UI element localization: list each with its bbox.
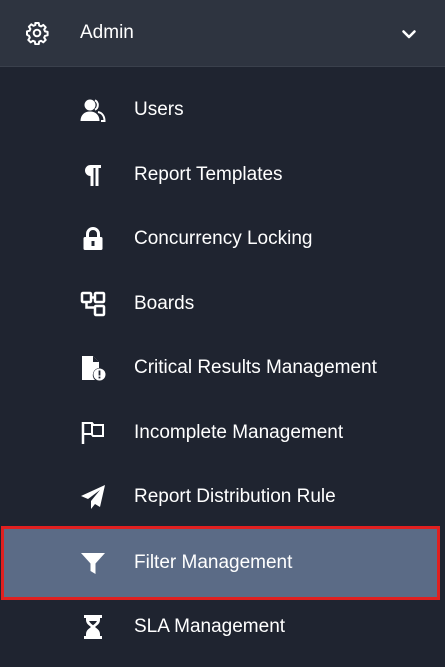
menu-item-report-templates[interactable]: Report Templates <box>0 143 445 207</box>
admin-menu-title: Admin <box>80 22 134 43</box>
menu-item-label: Users <box>134 99 184 120</box>
boards-icon <box>80 291 106 317</box>
menu-item-boards[interactable]: Boards <box>0 272 445 336</box>
menu-item-incomplete-management[interactable]: Incomplete Management <box>0 401 445 465</box>
menu-item-users[interactable]: Users <box>0 78 445 142</box>
lock-icon <box>80 226 106 252</box>
menu-item-report-distribution-rule[interactable]: Report Distribution Rule <box>0 465 445 529</box>
admin-sidebar-menu: Admin Users Report Templates Concurrency… <box>0 0 445 667</box>
file-alert-icon <box>80 355 106 381</box>
menu-item-label: Incomplete Management <box>134 422 344 443</box>
hourglass-icon <box>80 614 106 640</box>
menu-item-label: Boards <box>134 293 195 314</box>
menu-item-label: Concurrency Locking <box>134 228 313 249</box>
gear-icon <box>25 21 49 45</box>
menu-item-label: Report Templates <box>134 164 283 185</box>
filter-icon <box>80 550 106 576</box>
menu-item-sla-management[interactable]: SLA Management <box>0 595 445 659</box>
menu-item-label: Filter Management <box>134 552 293 573</box>
paper-plane-icon <box>80 484 106 510</box>
menu-item-label: SLA Management <box>134 616 286 637</box>
flag-icon <box>80 420 106 446</box>
menu-item-critical-results-management[interactable]: Critical Results Management <box>0 336 445 400</box>
menu-item-concurrency-locking[interactable]: Concurrency Locking <box>0 207 445 271</box>
menu-item-filter-management[interactable]: Filter Management <box>1 526 440 600</box>
admin-menu-header[interactable]: Admin <box>0 0 445 67</box>
menu-item-label: Critical Results Management <box>134 357 377 378</box>
users-icon <box>80 97 106 123</box>
menu-item-label: Report Distribution Rule <box>134 486 336 507</box>
paragraph-icon <box>80 162 106 188</box>
chevron-down-icon[interactable] <box>400 25 418 43</box>
